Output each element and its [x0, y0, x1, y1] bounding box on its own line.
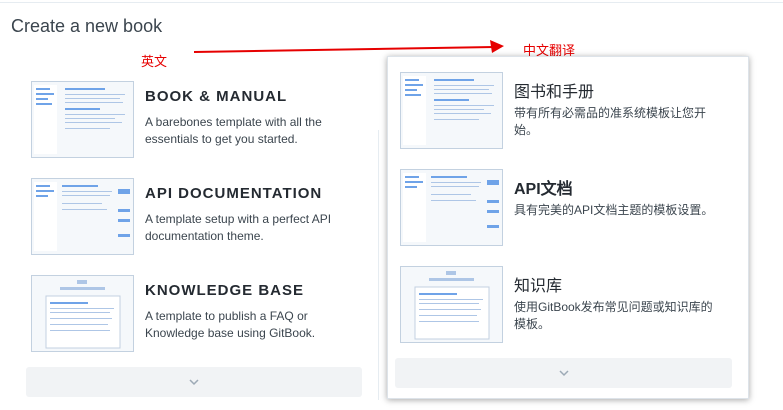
template-description: A template setup with a perfect API docu…	[145, 212, 332, 243]
show-more-button[interactable]	[395, 358, 732, 388]
annotation-english: 英文	[141, 54, 168, 69]
template-description: 带有所有必需品的准系统模板让您开始。	[514, 106, 707, 137]
template-title: BOOK & MANUAL	[145, 88, 288, 105]
template-title: API DOCUMENTATION	[145, 185, 323, 202]
template-description: A template to publish a FAQ or Knowledge…	[145, 309, 316, 340]
knowledge-base-thumbnail-icon	[400, 266, 503, 343]
column-divider	[378, 130, 379, 400]
template-title: KNOWLEDGE BASE	[145, 282, 305, 299]
template-api-documentation-zh[interactable]: API文档 具有完美的API文档主题的模板设置。	[400, 169, 740, 249]
book-manual-thumbnail-icon	[31, 81, 134, 158]
template-description: A barebones template with all the essent…	[145, 115, 322, 146]
template-description: 具有完美的API文档主题的模板设置。	[514, 203, 714, 217]
template-title: 知识库	[514, 278, 563, 295]
book-manual-thumbnail-icon	[400, 72, 503, 149]
template-description: 使用GitBook发布常见问题或知识库的模板。	[514, 300, 713, 331]
template-title: API文档	[514, 181, 573, 198]
chevron-down-icon	[189, 379, 199, 386]
template-knowledge-base[interactable]: KNOWLEDGE BASE A template to publish a F…	[31, 275, 361, 355]
chevron-down-icon	[558, 370, 569, 377]
knowledge-base-thumbnail-icon	[31, 275, 134, 352]
template-book-manual-zh[interactable]: 图书和手册 带有所有必需品的准系统模板让您开始。	[400, 72, 740, 152]
chinese-translation-panel: 图书和手册 带有所有必需品的准系统模板让您开始。 API文档 具有完美的API文…	[387, 56, 749, 399]
show-more-button[interactable]	[26, 367, 362, 397]
page-title: Create a new book	[11, 16, 163, 36]
api-documentation-thumbnail-icon	[400, 169, 503, 246]
template-title: 图书和手册	[514, 84, 595, 101]
top-divider	[0, 2, 783, 3]
template-book-manual[interactable]: BOOK & MANUAL A barebones template with …	[31, 81, 361, 161]
api-documentation-thumbnail-icon	[31, 178, 134, 255]
template-knowledge-base-zh[interactable]: 知识库 使用GitBook发布常见问题或知识库的模板。	[400, 266, 740, 346]
template-api-documentation[interactable]: API DOCUMENTATION A template setup with …	[31, 178, 361, 258]
